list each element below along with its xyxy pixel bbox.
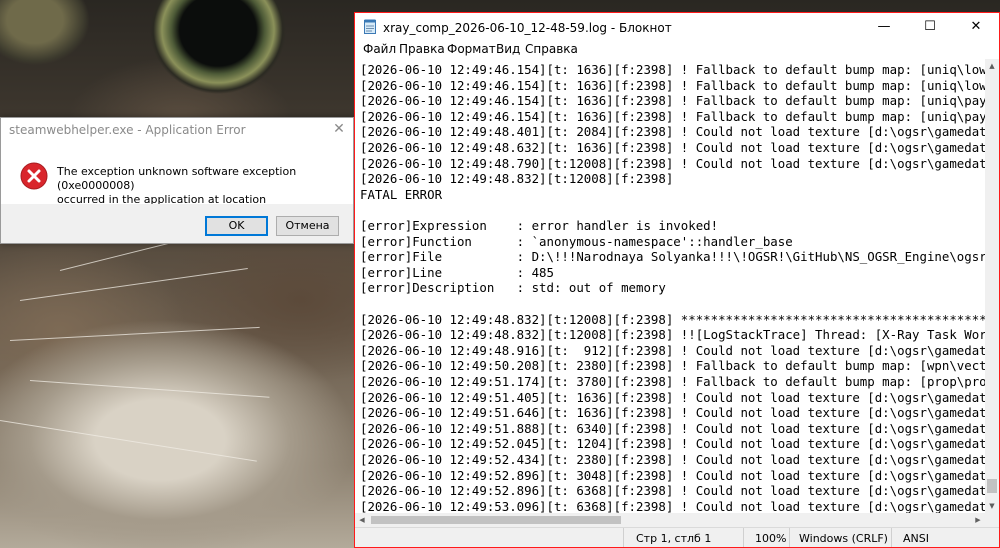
log-line: [2026-06-10 12:49:48.790][t:12008][f:239… bbox=[360, 155, 985, 171]
menu-edit[interactable]: Правка bbox=[399, 42, 445, 56]
status-bar: Стр 1, стлб 1 100% Windows (CRLF) ANSI bbox=[355, 527, 999, 547]
log-line: [2026-06-10 12:49:53.096][t: 6368][f:239… bbox=[360, 498, 985, 513]
notepad-titlebar[interactable]: xray_comp_2026-06-10_12-48-59.log - Блок… bbox=[355, 13, 999, 41]
dialog-body: The exception unknown software exception… bbox=[1, 142, 353, 220]
error-icon bbox=[20, 162, 48, 190]
log-line: [error]Function : `anonymous-namespace':… bbox=[360, 233, 793, 249]
minimize-button[interactable]: — bbox=[861, 13, 907, 41]
log-line: [2026-06-10 12:49:48.632][t: 1636][f:239… bbox=[360, 140, 985, 155]
log-line: [2026-06-10 12:49:51.174][t: 3780][f:239… bbox=[360, 374, 985, 389]
encoding: ANSI bbox=[903, 532, 929, 545]
vertical-scrollbar[interactable]: ▲ ▼ bbox=[985, 59, 999, 513]
cancel-button[interactable]: Отмена bbox=[276, 216, 339, 236]
log-line: [2026-06-10 12:49:48.832][t:12008][f:239… bbox=[360, 311, 985, 327]
scroll-left-icon[interactable]: ◀ bbox=[355, 513, 369, 527]
log-line: FATAL ERROR bbox=[360, 186, 443, 202]
log-line: [2026-06-10 12:49:46.154][t: 1636][f:239… bbox=[360, 108, 985, 124]
log-line: [2026-06-10 12:49:51.646][t: 1636][f:239… bbox=[360, 405, 985, 421]
menu-view[interactable]: Вид bbox=[496, 42, 520, 56]
log-line: [error]Line : 485 bbox=[360, 264, 554, 280]
log-line: [2026-06-10 12:49:51.405][t: 1636][f:239… bbox=[360, 389, 985, 405]
error-dialog: steamwebhelper.exe - Application Error ✕… bbox=[0, 117, 354, 244]
menu-file[interactable]: Файл bbox=[363, 42, 396, 56]
vertical-scroll-thumb[interactable] bbox=[987, 479, 997, 493]
maximize-button[interactable]: ☐ bbox=[907, 13, 953, 41]
horizontal-scrollbar[interactable]: ◀ ▶ bbox=[355, 513, 985, 527]
status-divider bbox=[789, 528, 790, 547]
notepad-window: xray_comp_2026-06-10_12-48-59.log - Блок… bbox=[354, 12, 1000, 548]
status-divider bbox=[743, 528, 744, 547]
menu-help[interactable]: Справка bbox=[525, 42, 578, 56]
log-line: [2026-06-10 12:49:48.832][t:12008][f:239… bbox=[360, 171, 674, 187]
menu-format[interactable]: Формат bbox=[447, 42, 496, 56]
dialog-title: steamwebhelper.exe - Application Error bbox=[9, 123, 246, 137]
zoom-level: 100% bbox=[755, 532, 787, 545]
log-line: [2026-06-10 12:49:48.916][t: 912][f:2398… bbox=[360, 342, 985, 358]
log-line: [error]File : D:\!!!Narodnaya Solyanka!!… bbox=[360, 249, 985, 265]
status-divider bbox=[623, 528, 624, 547]
whisker-decoration bbox=[19, 267, 248, 301]
close-button[interactable]: ✕ bbox=[953, 13, 999, 41]
scroll-down-icon[interactable]: ▼ bbox=[985, 499, 999, 513]
log-line: [2026-06-10 12:49:46.154][t: 1636][f:239… bbox=[360, 77, 985, 93]
error-message-line: The exception unknown software exception… bbox=[57, 165, 297, 192]
whisker-decoration bbox=[9, 326, 260, 341]
cursor-position: Стр 1, стлб 1 bbox=[636, 532, 712, 545]
log-line: [2026-06-10 12:49:52.896][t: 3048][f:239… bbox=[360, 467, 985, 483]
window-title: xray_comp_2026-06-10_12-48-59.log - Блок… bbox=[383, 21, 672, 35]
log-line: [error]Expression : error handler is inv… bbox=[360, 218, 719, 233]
close-icon[interactable]: ✕ bbox=[331, 121, 347, 137]
log-line: [2026-06-10 12:49:46.154][t: 1636][f:239… bbox=[360, 93, 985, 109]
text-editor[interactable]: [2026-06-10 12:49:46.154][t: 1636][f:239… bbox=[355, 59, 985, 513]
log-line: [2026-06-10 12:49:46.154][t: 1636][f:239… bbox=[360, 62, 985, 77]
log-line: [2026-06-10 12:49:52.045][t: 1204][f:239… bbox=[360, 436, 985, 452]
notepad-icon bbox=[364, 19, 376, 34]
log-line: [2026-06-10 12:49:48.832][t:12008][f:239… bbox=[360, 327, 985, 343]
line-ending: Windows (CRLF) bbox=[799, 532, 888, 545]
log-line: [2026-06-10 12:49:51.888][t: 6340][f:239… bbox=[360, 420, 985, 436]
dialog-footer: OK Отмена bbox=[1, 204, 353, 243]
log-line: [2026-06-10 12:49:48.401][t: 2084][f:239… bbox=[360, 124, 985, 140]
scroll-right-icon[interactable]: ▶ bbox=[971, 513, 985, 527]
whisker-decoration bbox=[0, 420, 257, 462]
log-line: [error]Description : std: out of memory bbox=[360, 280, 666, 296]
dialog-titlebar[interactable]: steamwebhelper.exe - Application Error ✕ bbox=[1, 118, 353, 142]
menu-bar: Файл Правка Формат Вид Справка bbox=[355, 41, 999, 59]
scroll-corner bbox=[985, 513, 999, 527]
log-line: [2026-06-10 12:49:52.896][t: 6368][f:239… bbox=[360, 483, 985, 499]
ok-button[interactable]: OK bbox=[205, 216, 268, 236]
horizontal-scroll-thumb[interactable] bbox=[371, 516, 621, 524]
scroll-up-icon[interactable]: ▲ bbox=[985, 59, 999, 73]
log-line: [2026-06-10 12:49:50.208][t: 2380][f:239… bbox=[360, 358, 985, 374]
log-line: [2026-06-10 12:49:52.434][t: 2380][f:239… bbox=[360, 452, 985, 467]
whisker-decoration bbox=[29, 380, 270, 398]
status-divider bbox=[891, 528, 892, 547]
